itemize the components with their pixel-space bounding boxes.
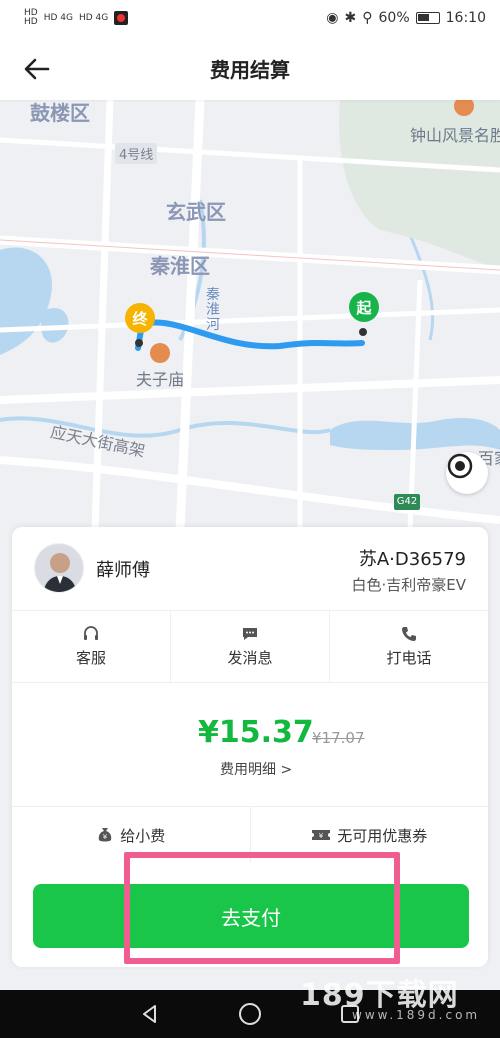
driver-name: 薛师傅 xyxy=(96,560,150,581)
coupon-button[interactable]: ¥ 无可用优惠券 xyxy=(251,807,489,863)
end-pin: 终 xyxy=(125,303,155,333)
map-label-gulou: 鼓楼区 xyxy=(30,101,90,125)
headset-icon xyxy=(84,626,98,640)
svg-text:¥: ¥ xyxy=(103,833,108,841)
eye-icon: ◉ xyxy=(326,10,339,26)
license-plate: 苏A·D36579 xyxy=(358,549,466,570)
original-fare: ¥17.07 xyxy=(312,729,365,747)
tip-label: 给小费 xyxy=(120,826,166,845)
chat-bubble-icon xyxy=(243,628,257,640)
network-tag-1: HD 4G xyxy=(43,12,73,23)
map-label-qinhuai-river: 秦淮河 xyxy=(206,287,220,333)
triangle-back-icon xyxy=(143,1005,156,1023)
pay-button[interactable]: 去支付 xyxy=(33,884,469,948)
locate-icon xyxy=(447,453,473,479)
page-title: 费用结算 xyxy=(210,57,290,82)
call-button[interactable]: 打电话 xyxy=(330,611,488,682)
map-label-line4: 4号线 xyxy=(115,143,158,164)
map-label-zhongshan: 钟山风景名胜 xyxy=(410,126,500,145)
call-label: 打电话 xyxy=(386,649,432,667)
start-pin: 起 xyxy=(349,292,379,322)
fare-details-link[interactable]: 费用明细 > xyxy=(220,759,292,779)
clock: 16:10 xyxy=(445,10,486,26)
customer-service-button[interactable]: 客服 xyxy=(12,611,171,682)
phone-icon xyxy=(402,627,416,641)
network-tag-2: HD 4G xyxy=(78,12,109,23)
map-label-qinhuai: 秦淮区 xyxy=(150,254,210,278)
app-notification-icon xyxy=(114,11,129,25)
coupon-label: 无可用优惠券 xyxy=(337,826,428,845)
status-left: HD HD HD 4G HD 4G xyxy=(24,8,129,27)
map-label-xuanwu: 玄武区 xyxy=(166,200,226,224)
watermark-url: www.189d.com xyxy=(352,1008,481,1022)
battery-percent: 60% xyxy=(378,10,410,26)
price-section: ¥15.37 ¥17.07 费用明细 > xyxy=(12,683,488,807)
fare-amount: ¥15.37 xyxy=(198,715,314,750)
circle-home-icon xyxy=(239,1003,261,1025)
tip-button[interactable]: ¥ 给小费 xyxy=(12,807,251,863)
battery-icon xyxy=(415,12,440,24)
nav-back-button[interactable] xyxy=(135,999,165,1029)
signal-icon: HD HD xyxy=(24,8,38,27)
status-bar: HD HD HD 4G HD 4G ◉ ✱ ⚲ 60% 16:10 xyxy=(0,0,500,36)
locate-button[interactable] xyxy=(446,452,488,494)
settlement-card: 薛师傅 苏A·D36579 白色·吉利帝豪EV 客服 发消息 打电话 ¥15.3… xyxy=(12,527,488,967)
driver-avatar xyxy=(34,543,84,593)
customer-service-label: 客服 xyxy=(75,649,106,667)
map-label-fuzimiao: 夫子庙 xyxy=(136,370,185,389)
highway-sign: G42 xyxy=(394,494,420,510)
message-button[interactable]: 发消息 xyxy=(171,611,330,682)
car-description: 白色·吉利帝豪EV xyxy=(351,576,466,594)
extra-options: ¥ 给小费 ¥ 无可用优惠券 xyxy=(12,807,488,863)
message-label: 发消息 xyxy=(227,649,273,667)
svg-text:¥: ¥ xyxy=(319,832,324,840)
bluetooth-icon: ✱ xyxy=(344,10,357,26)
temple-poi-icon xyxy=(150,343,170,363)
driver-info: 薛师傅 苏A·D36579 白色·吉利帝豪EV xyxy=(12,527,488,611)
back-button[interactable] xyxy=(22,54,52,84)
status-right: ◉ ✱ ⚲ 60% 16:10 xyxy=(326,10,486,26)
coupon-icon: ¥ xyxy=(312,830,331,840)
location-icon: ⚲ xyxy=(362,10,373,26)
money-bag-icon: ¥ xyxy=(98,828,112,842)
nav-home-button[interactable] xyxy=(235,999,265,1029)
header: 费用结算 xyxy=(0,36,500,100)
contact-actions: 客服 发消息 打电话 xyxy=(12,611,488,683)
arrow-left-icon xyxy=(24,58,50,80)
